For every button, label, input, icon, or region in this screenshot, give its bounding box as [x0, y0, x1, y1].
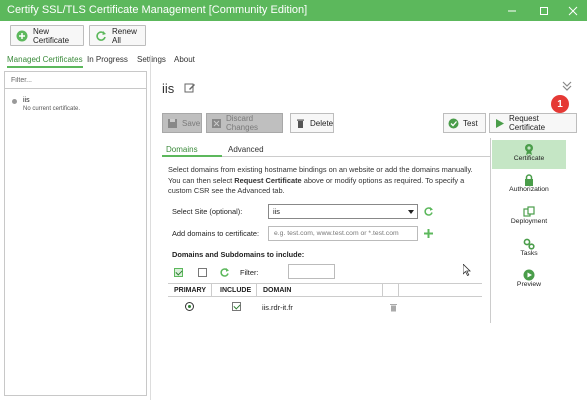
edit-icon[interactable]	[184, 82, 196, 94]
save-label: Save	[182, 118, 201, 128]
test-label: Test	[463, 118, 478, 128]
discard-icon	[211, 118, 222, 129]
play-icon	[494, 118, 505, 129]
save-icon	[167, 118, 178, 129]
title-bar: Certify SSL/TLS Certificate Management […	[0, 0, 587, 21]
request-certificate-label: Request Certificate	[509, 114, 546, 132]
select-site-label: Select Site (optional):	[172, 207, 243, 216]
select-site-value: iis	[273, 207, 280, 216]
tab-settings[interactable]: Settings	[137, 55, 166, 64]
sidenav-item-tasks[interactable]: Tasks	[492, 238, 566, 264]
column-include: INCLUDE	[220, 287, 252, 294]
page-title: iis	[162, 81, 175, 96]
primary-radio[interactable]	[185, 302, 194, 311]
request-certificate-button[interactable]: Request Certificate	[489, 113, 577, 133]
sidenav-item-authorization[interactable]: Authorization	[492, 174, 566, 200]
new-certificate-button[interactable]: New Certificate	[10, 25, 84, 46]
close-icon	[568, 6, 578, 15]
renew-all-label: Renew All	[112, 26, 137, 45]
test-button[interactable]: Test	[443, 113, 486, 133]
certificate-filter-input[interactable]	[5, 72, 146, 89]
trash-icon	[295, 118, 306, 129]
grid-filter-label: Filter:	[240, 268, 259, 277]
remove-domain-icon[interactable]	[388, 302, 399, 313]
play-circle-icon	[523, 269, 535, 281]
deployment-icon	[523, 206, 535, 217]
save-button[interactable]: Save	[162, 113, 202, 133]
discard-changes-button[interactable]: Discard Changes	[206, 113, 283, 133]
panel-divider	[150, 55, 151, 400]
renew-all-button[interactable]: Renew All	[89, 25, 146, 46]
sidenav-label-authorization: Authorization	[509, 186, 549, 193]
certificate-status: No current certificate.	[23, 106, 81, 112]
add-domain-icon[interactable]	[423, 228, 434, 239]
sidenav-label-certificate: Certificate	[513, 155, 545, 162]
status-dot-icon	[12, 99, 17, 104]
delete-button[interactable]: Delete	[290, 113, 334, 133]
refresh-domains-icon[interactable]	[219, 267, 230, 278]
domains-section-title: Domains and Subdomains to include:	[172, 250, 305, 259]
active-tab-indicator	[162, 155, 222, 157]
tab-domains[interactable]: Domains	[166, 145, 198, 154]
delete-label: Delete	[310, 118, 334, 128]
select-site-dropdown[interactable]: iis	[268, 204, 418, 219]
include-checkbox[interactable]	[232, 302, 241, 311]
tab-advanced[interactable]: Advanced	[228, 145, 264, 154]
discard-changes-label: Discard Changes	[226, 114, 259, 132]
mouse-cursor-icon	[463, 264, 471, 276]
maximize-button[interactable]	[529, 0, 559, 21]
sidenav-label-deployment: Deployment	[510, 218, 548, 225]
test-check-icon	[448, 118, 459, 129]
sidenav-label-tasks: Tasks	[520, 250, 538, 257]
window-title: Certify SSL/TLS Certificate Management […	[7, 4, 308, 16]
toolbar: New Certificate Renew All	[0, 21, 587, 51]
list-item[interactable]: iis No current certificate.	[9, 97, 139, 119]
add-domains-label: Add domains to certificate:	[172, 229, 260, 238]
tab-about[interactable]: About	[174, 55, 195, 64]
grid-filter-input[interactable]	[288, 264, 335, 279]
new-certificate-label: New Certificate	[33, 26, 70, 45]
sidenav-item-preview[interactable]: Preview	[492, 269, 566, 295]
lock-icon	[525, 174, 533, 186]
column-primary: PRIMARY	[174, 287, 207, 294]
maximize-icon	[540, 6, 548, 15]
domain-name: iis.rdr-it.fr	[262, 303, 293, 312]
sidenav-item-deployment[interactable]: Deployment	[492, 206, 566, 232]
managed-certificates-panel: iis No current certificate.	[4, 71, 147, 396]
certificate-name: iis	[23, 97, 30, 104]
tab-managed-certificates[interactable]: Managed Certificates	[7, 55, 83, 68]
step-badge: 1	[551, 95, 569, 113]
select-all-checkbox[interactable]	[174, 268, 183, 277]
side-nav-divider	[490, 138, 491, 323]
tab-in-progress[interactable]: In Progress	[87, 55, 128, 64]
sidenav-item-certificate[interactable]: Certificate	[492, 140, 566, 169]
minimize-icon	[508, 10, 516, 11]
caret-down-icon	[408, 210, 414, 214]
detail-tabs: Domains Advanced	[162, 145, 490, 157]
refresh-icon	[95, 30, 107, 42]
minimize-button[interactable]	[497, 0, 527, 21]
close-button[interactable]	[558, 0, 587, 21]
domains-grid-header: PRIMARY INCLUDE DOMAIN	[168, 283, 482, 297]
add-icon	[16, 30, 28, 42]
add-domains-input[interactable]	[268, 226, 418, 241]
certificate-icon	[525, 144, 533, 155]
refresh-sites-icon[interactable]	[423, 206, 434, 217]
gears-icon	[523, 238, 535, 250]
domains-description: Select domains from existing hostname bi…	[168, 165, 473, 195]
column-domain: DOMAIN	[263, 287, 292, 294]
chevron-double-down-icon[interactable]	[561, 80, 573, 92]
table-row: iis.rdr-it.fr	[168, 299, 482, 314]
select-none-checkbox[interactable]	[198, 268, 207, 277]
sidenav-label-preview: Preview	[516, 281, 542, 288]
